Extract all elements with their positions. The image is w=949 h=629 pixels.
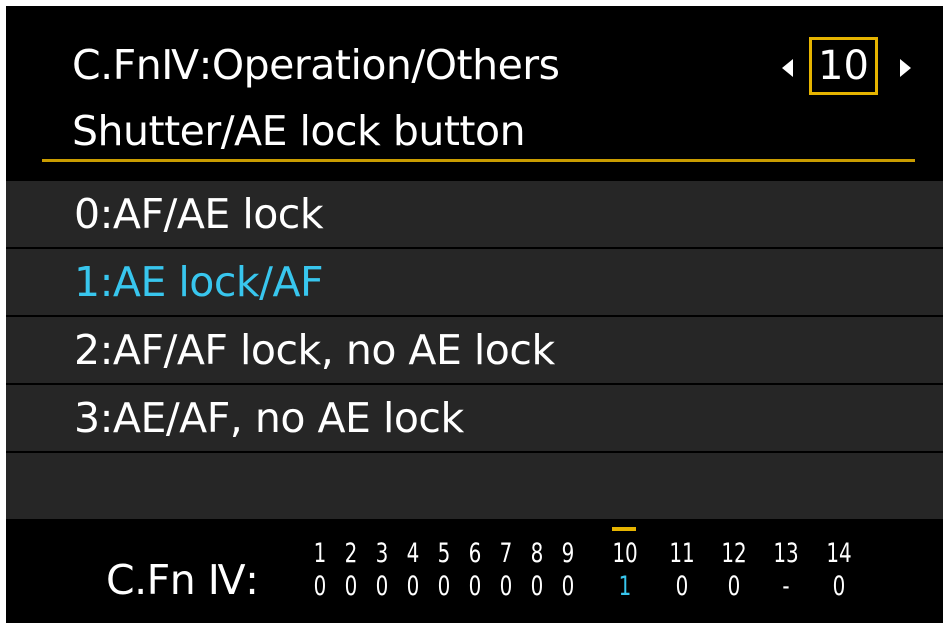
function-value: 0: [832, 571, 846, 602]
header: C.FnⅣ:Operation/Others Shutter/AE lock b…: [6, 6, 943, 166]
function-value: 0: [344, 571, 358, 602]
function-value: 0: [727, 571, 741, 602]
function-number: 7: [499, 538, 513, 569]
function-value: 0: [437, 571, 451, 602]
function-number: 6: [468, 538, 482, 569]
function-value: 0: [675, 571, 689, 602]
function-number: 2: [344, 538, 358, 569]
function-number: 14: [826, 538, 852, 569]
function-value: 0: [313, 571, 327, 602]
function-value: 1: [618, 571, 632, 602]
function-value: 0: [561, 571, 575, 602]
option-1-selected[interactable]: 1:AE lock/AF: [6, 249, 943, 315]
function-value: 0: [375, 571, 389, 602]
arrow-left-icon[interactable]: [782, 59, 793, 77]
function-number: 8: [530, 538, 544, 569]
custom-function-screen: C.FnⅣ:Operation/Others Shutter/AE lock b…: [6, 6, 943, 623]
divider: [42, 159, 915, 162]
option-2[interactable]: 2:AF/AF lock, no AE lock: [6, 317, 943, 383]
current-function-marker: [612, 527, 636, 531]
function-number: 12: [721, 538, 747, 569]
function-number: 3: [375, 538, 389, 569]
function-number: 11: [669, 538, 695, 569]
page-title: C.FnⅣ:Operation/Others: [72, 41, 560, 89]
function-number: 5: [437, 538, 451, 569]
function-name: Shutter/AE lock button: [72, 107, 526, 155]
function-value: 0: [530, 571, 544, 602]
function-number: 1: [313, 538, 327, 569]
function-number-box[interactable]: 10: [809, 37, 878, 95]
function-value: -: [782, 571, 790, 602]
function-value: 0: [468, 571, 482, 602]
function-number: 9: [561, 538, 575, 569]
function-number: 10: [612, 538, 638, 569]
footer-label: C.Fn Ⅳ:: [106, 556, 259, 604]
function-value: 0: [406, 571, 420, 602]
function-value: 0: [499, 571, 513, 602]
function-number: 4: [406, 538, 420, 569]
empty-row: [6, 453, 943, 519]
arrow-right-icon[interactable]: [900, 59, 911, 77]
option-3[interactable]: 3:AE/AF, no AE lock: [6, 385, 943, 451]
options-list: 0:AF/AE lock 1:AE lock/AF 2:AF/AF lock, …: [6, 181, 943, 521]
function-number: 13: [773, 538, 799, 569]
option-0[interactable]: 0:AF/AE lock: [6, 181, 943, 247]
